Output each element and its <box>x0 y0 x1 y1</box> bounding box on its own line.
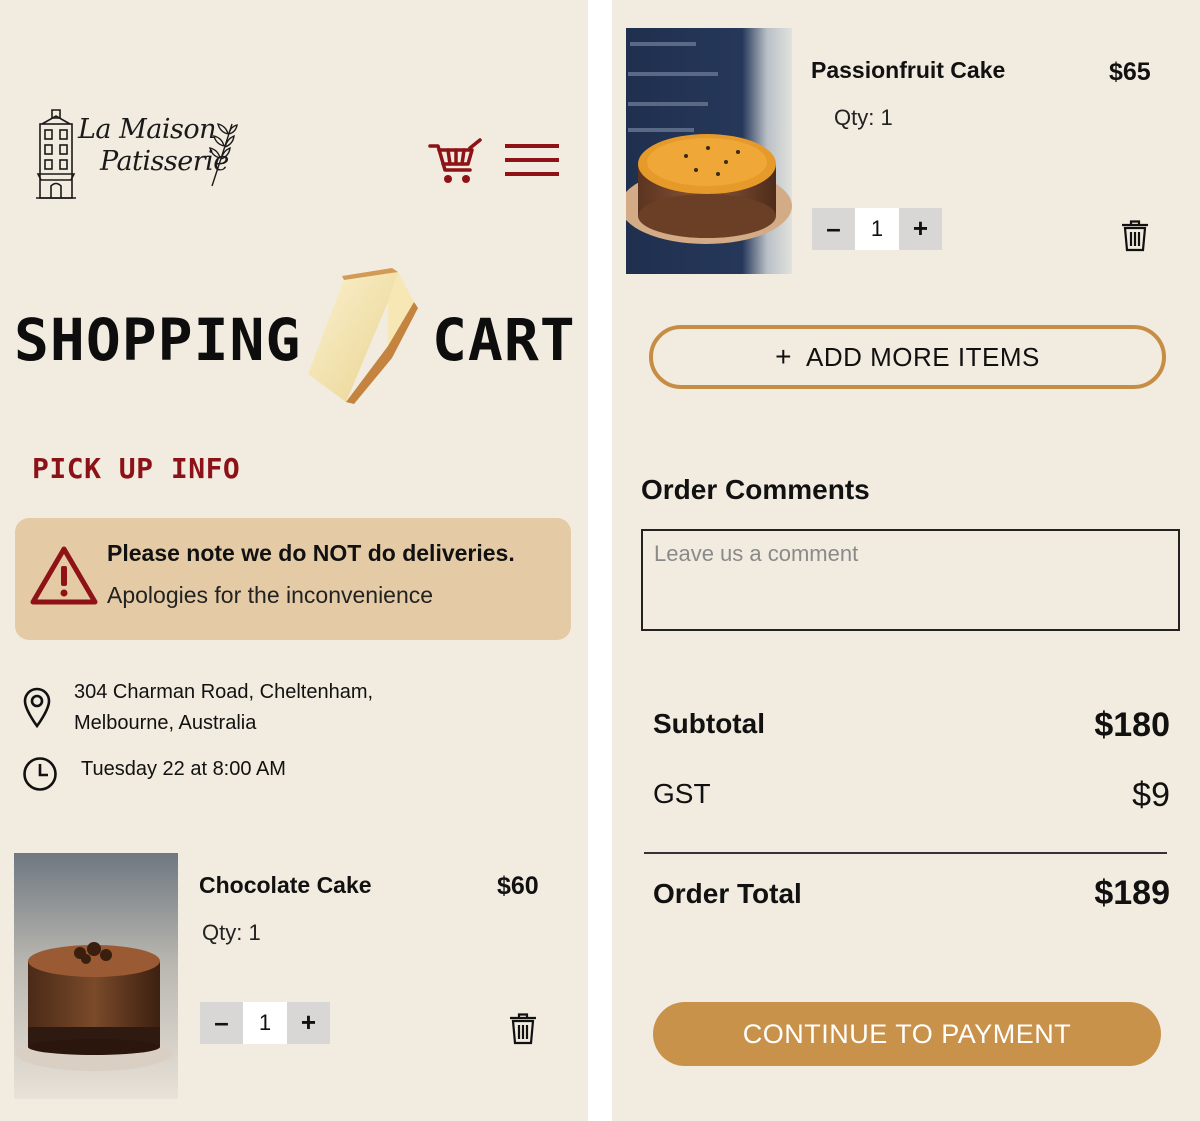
brand-name-line1: La Maison <box>78 114 217 145</box>
location-pin-icon <box>23 687 51 728</box>
quantity-value[interactable]: 1 <box>855 208 899 250</box>
decrement-button[interactable]: – <box>812 208 855 250</box>
hamburger-menu-button[interactable] <box>505 144 559 180</box>
brand-name-line2: Patisserie <box>100 146 229 177</box>
order-total-value: $189 <box>1094 874 1170 912</box>
item-price: $65 <box>1109 58 1151 86</box>
item-qty-label: Qty: 1 <box>834 105 893 130</box>
subtotal-value: $180 <box>1094 706 1170 744</box>
add-more-items-label: ADD MORE ITEMS <box>806 342 1040 372</box>
townhouse-icon <box>36 109 76 199</box>
pickup-info-heading: PICK UP INFO <box>32 452 241 485</box>
item-name: Chocolate Cake <box>199 872 372 898</box>
menu-line <box>505 158 559 162</box>
gst-label: GST <box>653 778 711 809</box>
subtotal-label: Subtotal <box>653 708 765 739</box>
item-qty-label: Qty: 1 <box>202 920 261 945</box>
item-name: Passionfruit Cake <box>811 57 1006 83</box>
gst-value: $9 <box>1132 776 1170 814</box>
warning-icon <box>30 546 98 605</box>
quantity-stepper[interactable]: – 1 + <box>812 208 942 250</box>
trash-icon[interactable] <box>1121 220 1149 252</box>
trash-icon[interactable] <box>509 1013 537 1045</box>
brand-logo[interactable]: La Maison Patisserie <box>30 106 240 202</box>
quantity-value[interactable]: 1 <box>243 1002 287 1044</box>
item-price: $60 <box>497 872 539 900</box>
brand-name: La Maison Patisserie <box>78 114 229 178</box>
order-comments-heading: Order Comments <box>641 474 870 505</box>
page-title-word1: SHOPPING <box>14 306 302 374</box>
leaf-sprig-icon <box>209 123 238 187</box>
chocolate-cake-image <box>14 853 178 1099</box>
quantity-stepper[interactable]: – 1 + <box>200 1002 330 1044</box>
cart-button[interactable] <box>428 138 482 186</box>
notice-title: Please note we do NOT do deliveries. <box>107 540 515 566</box>
cheesecake-slice-image <box>308 268 418 404</box>
continue-to-payment-button[interactable]: CONTINUE TO PAYMENT <box>653 1002 1161 1066</box>
left-screen: La Maison Patisserie SHOPPING CART PICK … <box>0 0 588 1121</box>
pickup-datetime: Tuesday 22 at 8:00 AM <box>81 758 286 780</box>
address-line2: Melbourne, Australia <box>74 712 257 734</box>
notice-body: Apologies for the inconvenience <box>107 582 434 608</box>
increment-button[interactable]: + <box>899 208 942 250</box>
hamburger-menu-icon <box>505 144 559 148</box>
increment-button[interactable]: + <box>287 1002 330 1044</box>
order-comment-field[interactable] <box>641 529 1180 631</box>
address-line1: 304 Charman Road, Cheltenham, <box>74 681 374 703</box>
add-more-items-button[interactable]: + ADD MORE ITEMS <box>649 325 1166 389</box>
passionfruit-cake-image <box>626 28 792 274</box>
plus-icon: + <box>775 341 793 372</box>
no-delivery-notice: Please note we do NOT do deliveries. Apo… <box>15 518 571 640</box>
decrement-button[interactable]: – <box>200 1002 243 1044</box>
pickup-address: 304 Charman Road, Cheltenham, Melbourne,… <box>74 677 474 739</box>
order-total-label: Order Total <box>653 878 802 909</box>
summary-divider <box>644 852 1167 854</box>
page-title-word2: CART <box>432 306 576 374</box>
clock-icon <box>23 757 57 791</box>
shopping-cart-icon <box>428 138 482 183</box>
menu-line <box>505 172 559 176</box>
